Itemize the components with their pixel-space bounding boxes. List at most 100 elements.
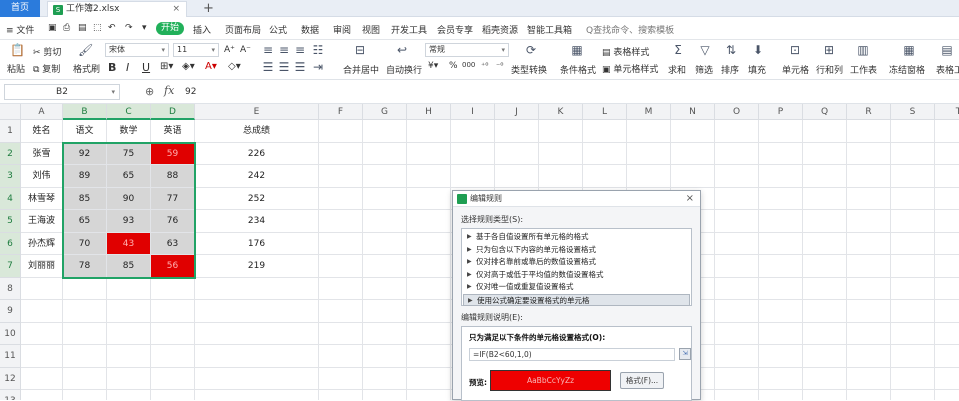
cell-s4[interactable] (891, 187, 935, 210)
cell-f3[interactable] (319, 165, 363, 188)
cell-g5[interactable] (363, 210, 407, 233)
cell-s5[interactable] (891, 210, 935, 233)
cell-s2[interactable] (891, 142, 935, 165)
cell-c11[interactable] (107, 345, 151, 368)
insert-function-button[interactable]: fx (164, 84, 174, 97)
cell-d8[interactable] (151, 277, 195, 300)
cell-e4[interactable]: 252 (195, 187, 319, 210)
row-header-8[interactable]: 8 (0, 277, 21, 300)
cell-h2[interactable] (407, 142, 451, 165)
zoom-formula-icon[interactable]: ⊕ (145, 85, 154, 98)
rule-type-item[interactable]: ▶ 只为包含以下内容的单元格设置格式 (463, 244, 690, 257)
cell-h13[interactable] (407, 390, 451, 400)
cell-m2[interactable] (627, 142, 671, 165)
new-tab-button[interactable]: + (203, 0, 214, 17)
cell-e5[interactable]: 234 (195, 210, 319, 233)
cell-b12[interactable] (63, 367, 107, 390)
cell-a10[interactable] (21, 322, 63, 345)
cell-a5[interactable]: 王海波 (21, 210, 63, 233)
cell-f12[interactable] (319, 367, 363, 390)
close-tab-icon[interactable]: × (172, 2, 180, 17)
fill-color-button[interactable]: ◈▾ (182, 61, 195, 72)
cell-b5[interactable]: 65 (63, 210, 107, 233)
menu-member[interactable]: 会员专享 (437, 23, 473, 36)
cell-b2[interactable]: 92 (63, 142, 107, 165)
cell-c7[interactable]: 85 (107, 255, 151, 278)
cell-j2[interactable] (495, 142, 539, 165)
cell-d3[interactable]: 88 (151, 165, 195, 188)
cell-l3[interactable] (583, 165, 627, 188)
cell-a13[interactable] (21, 390, 63, 400)
cell-a8[interactable] (21, 277, 63, 300)
cell-q3[interactable] (803, 165, 847, 188)
cell-q10[interactable] (803, 322, 847, 345)
cell-e12[interactable] (195, 367, 319, 390)
cell-g11[interactable] (363, 345, 407, 368)
cell-e9[interactable] (195, 300, 319, 323)
cell-f10[interactable] (319, 322, 363, 345)
column-header-p[interactable]: P (759, 104, 803, 120)
cell-m3[interactable] (627, 165, 671, 188)
cell-s8[interactable] (891, 277, 935, 300)
cell-f6[interactable] (319, 232, 363, 255)
cell-b10[interactable] (63, 322, 107, 345)
cell-c6[interactable]: 43 (107, 232, 151, 255)
fill-button[interactable]: 填充 (748, 63, 766, 76)
menu-developer[interactable]: 开发工具 (391, 23, 427, 36)
rows-columns-icon[interactable]: ⊞ (822, 43, 836, 57)
menu-insert[interactable]: 插入 (193, 23, 211, 36)
cell-f11[interactable] (319, 345, 363, 368)
cell-g6[interactable] (363, 232, 407, 255)
cell-e7[interactable]: 219 (195, 255, 319, 278)
increase-decimal-button[interactable]: ⁺⁰ (481, 61, 488, 70)
cell-j1[interactable] (495, 120, 539, 143)
row-header-12[interactable]: 12 (0, 367, 21, 390)
cell-f1[interactable] (319, 120, 363, 143)
cell-g13[interactable] (363, 390, 407, 400)
font-color-button[interactable]: A▾ (205, 61, 217, 72)
cell-a6[interactable]: 孙杰辉 (21, 232, 63, 255)
decrease-decimal-button[interactable]: ⁻⁰ (496, 61, 503, 70)
cell-c2[interactable]: 75 (107, 142, 151, 165)
cell-o12[interactable] (715, 367, 759, 390)
menu-start[interactable]: 开始 (156, 22, 184, 35)
row-header-7[interactable]: 7 (0, 255, 21, 278)
row-header-2[interactable]: 2 (0, 142, 21, 165)
cell-c3[interactable]: 65 (107, 165, 151, 188)
cell-style-button[interactable]: ▣ 单元格样式 (602, 62, 658, 75)
row-header-9[interactable]: 9 (0, 300, 21, 323)
cell-t2[interactable] (935, 143, 959, 165)
cell-s13[interactable] (891, 390, 935, 400)
cell-g8[interactable] (363, 277, 407, 300)
column-header-i[interactable]: I (451, 104, 495, 120)
column-header-d[interactable]: D (151, 104, 195, 120)
type-convert-icon[interactable]: ⟳ (524, 43, 538, 57)
cell-t10[interactable] (935, 323, 959, 345)
cell-r2[interactable] (847, 142, 891, 165)
cell-p8[interactable] (759, 277, 803, 300)
row-header-4[interactable]: 4 (0, 187, 21, 210)
cell-f9[interactable] (319, 300, 363, 323)
column-header-m[interactable]: M (627, 104, 671, 120)
align-center-icon[interactable]: ☰ (278, 60, 290, 74)
rule-type-list[interactable]: ▶ 基于各自值设置所有单元格的格式 ▶ 只为包含以下内容的单元格设置格式 ▶ 仅对排名靠前… (461, 228, 692, 306)
cell-d5[interactable]: 76 (151, 210, 195, 233)
align-left-icon[interactable]: ☰ (262, 60, 274, 74)
cell-h6[interactable] (407, 232, 451, 255)
cell-h9[interactable] (407, 300, 451, 323)
cell-f8[interactable] (319, 277, 363, 300)
cell-g10[interactable] (363, 322, 407, 345)
cell-e8[interactable] (195, 277, 319, 300)
cell-b3[interactable]: 89 (63, 165, 107, 188)
cell-g2[interactable] (363, 142, 407, 165)
cell-f4[interactable] (319, 187, 363, 210)
cell-q2[interactable] (803, 142, 847, 165)
cell-a4[interactable]: 林雪琴 (21, 187, 63, 210)
cell-c9[interactable] (107, 300, 151, 323)
column-header-f[interactable]: F (319, 104, 363, 120)
cell-b9[interactable] (63, 300, 107, 323)
cell-c12[interactable] (107, 367, 151, 390)
cell-g12[interactable] (363, 367, 407, 390)
cell-p9[interactable] (759, 300, 803, 323)
column-header-g[interactable]: G (363, 104, 407, 120)
